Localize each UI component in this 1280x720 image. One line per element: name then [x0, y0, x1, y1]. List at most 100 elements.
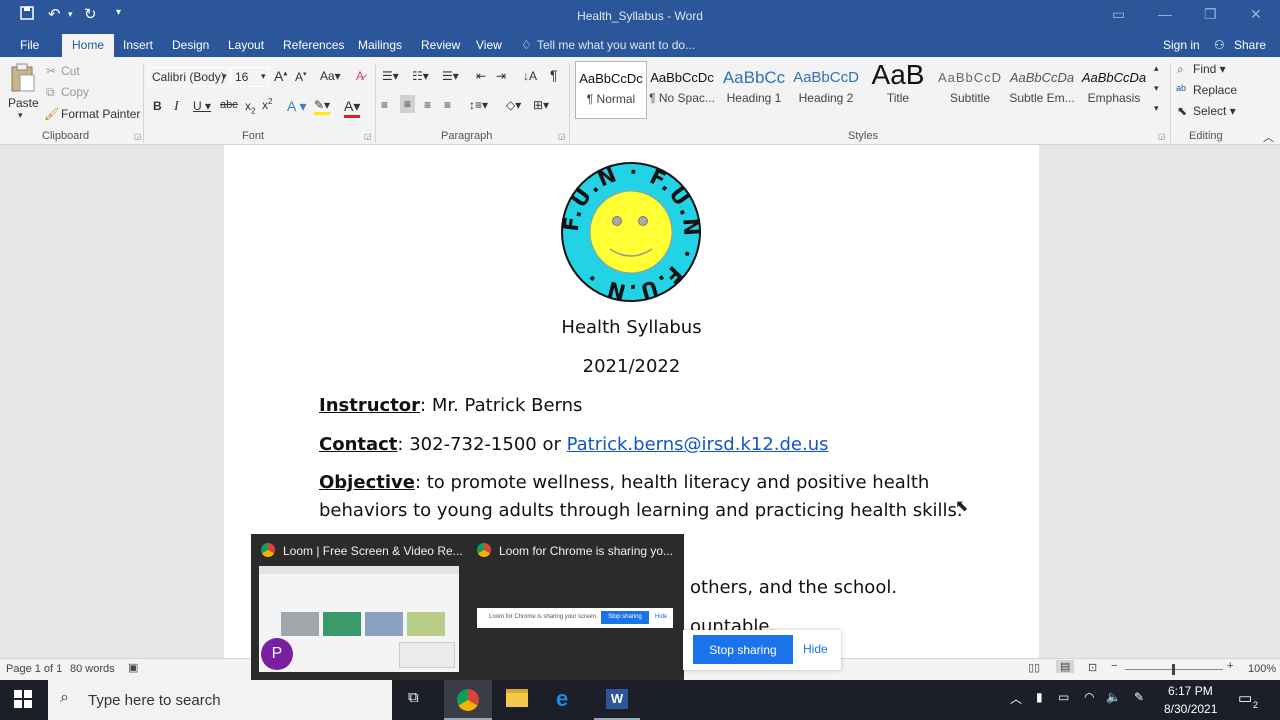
stop-sharing-button[interactable]: Stop sharing	[693, 635, 793, 664]
format-painter-button[interactable]: Format Painter	[61, 107, 140, 121]
styles-scroll-up-icon[interactable]: ▴	[1154, 63, 1159, 74]
superscript-button[interactable]: x2	[262, 97, 272, 112]
battery-icon[interactable]: ▭	[1058, 690, 1069, 704]
paragraph-launcher-icon[interactable]: ◲	[558, 132, 566, 141]
collapse-ribbon-icon[interactable]: ︿	[1263, 129, 1274, 145]
align-left-icon[interactable]: ≡	[381, 98, 388, 112]
replace-button[interactable]: Replace	[1193, 83, 1237, 97]
change-case-icon[interactable]: Aa▾	[320, 69, 341, 83]
show-formatting-icon[interactable]: ¶	[550, 67, 558, 83]
strikethrough-button[interactable]: abc	[220, 99, 238, 111]
tab-layout[interactable]: Layout	[228, 38, 264, 52]
tab-review[interactable]: Review	[421, 38, 460, 52]
copy-button[interactable]: Copy	[61, 85, 89, 99]
bold-button[interactable]: B	[153, 99, 162, 113]
font-size-chevron-down-icon[interactable]: ▾	[261, 71, 266, 82]
bullets-icon[interactable]: ☰▾	[382, 69, 399, 83]
clear-formatting-icon[interactable]: A̷	[356, 69, 364, 83]
decrease-indent-icon[interactable]: ⇤	[476, 69, 486, 83]
line-spacing-icon[interactable]: ↕≡▾	[469, 98, 488, 112]
thumb-title-loom[interactable]: Loom | Free Screen & Video Re...	[283, 544, 463, 558]
paste-button[interactable]	[10, 63, 36, 96]
style-subtle-emphasis[interactable]: AaBbCcDa Subtle Em...	[1006, 61, 1078, 119]
zoom-level[interactable]: 100%	[1248, 663, 1276, 675]
highlight-icon[interactable]: ✎▾	[314, 98, 331, 115]
clock-time[interactable]: 6:17 PM	[1168, 684, 1213, 698]
style-normal[interactable]: AaBbCcDc ¶ Normal	[575, 61, 647, 119]
hide-button[interactable]: Hide	[803, 642, 828, 656]
proofing-icon[interactable]: ▣	[128, 661, 138, 674]
minimize-icon[interactable]: —	[1158, 6, 1172, 22]
sign-in-link[interactable]: Sign in	[1163, 38, 1200, 52]
tab-design[interactable]: Design	[172, 38, 209, 52]
borders-icon[interactable]: ⊞▾	[533, 98, 549, 112]
font-name-dropdown[interactable]: Calibri (Body)	[148, 67, 230, 87]
thumb-preview-loom[interactable]: P	[259, 566, 459, 672]
chrome-taskbar-button[interactable]	[444, 680, 492, 720]
notifications-icon[interactable]: ▭	[1238, 689, 1252, 707]
styles-more-icon[interactable]: ▾	[1154, 103, 1159, 114]
shading-icon[interactable]: ◇▾	[506, 98, 521, 112]
styles-launcher-icon[interactable]: ◲	[1158, 132, 1166, 141]
clock-date[interactable]: 8/30/2021	[1164, 702, 1217, 716]
windows-start-icon[interactable]	[14, 690, 32, 711]
styles-scroll-down-icon[interactable]: ▾	[1154, 83, 1159, 94]
web-layout-icon[interactable]: ⊡	[1088, 661, 1097, 674]
style-subtitle[interactable]: AaBbCcD Subtitle	[934, 61, 1006, 119]
volume-icon[interactable]: 🔈	[1106, 690, 1121, 704]
style-emphasis[interactable]: AaBbCcDa Emphasis	[1078, 61, 1150, 119]
taskbar-search-box[interactable]: ⌕ Type here to search	[48, 680, 392, 720]
task-view-icon[interactable]: ⧉	[408, 689, 419, 706]
edge-icon[interactable]: e	[556, 686, 568, 712]
italic-button[interactable]: I	[174, 99, 179, 115]
page-count[interactable]: Page 1 of 1	[6, 663, 62, 675]
style-no-spacing[interactable]: AaBbCcDc ¶ No Spac...	[646, 61, 718, 119]
justify-icon[interactable]: ≡	[444, 98, 451, 112]
font-color-icon[interactable]: A▾	[344, 98, 361, 118]
font-name-chevron-down-icon[interactable]: ▾	[222, 71, 227, 82]
print-layout-icon[interactable]: ▤	[1056, 660, 1075, 673]
tab-references[interactable]: References	[283, 38, 344, 52]
paste-label[interactable]: Paste	[8, 96, 39, 110]
tab-view[interactable]: View	[476, 38, 502, 52]
underline-button[interactable]: U ▾	[193, 99, 211, 113]
maximize-icon[interactable]: ❐	[1204, 6, 1217, 23]
paste-dropdown-icon[interactable]: ▾	[18, 110, 23, 121]
share-button[interactable]: Share	[1234, 38, 1266, 52]
thumb-preview-sharing[interactable]: Loom for Chrome is sharing your screen. …	[477, 608, 673, 628]
read-mode-icon[interactable]: ▯▯	[1028, 661, 1040, 674]
font-launcher-icon[interactable]: ◲	[364, 132, 372, 141]
tab-home[interactable]: Home	[62, 34, 115, 57]
microphone-icon[interactable]: ▮	[1036, 690, 1043, 704]
word-taskbar-button[interactable]: W	[594, 680, 640, 720]
zoom-slider-thumb[interactable]	[1172, 664, 1175, 675]
find-button[interactable]: Find ▾	[1193, 62, 1226, 76]
ribbon-display-icon[interactable]: ▭	[1112, 6, 1125, 23]
tab-file[interactable]: File	[20, 38, 39, 52]
style-title[interactable]: AaB Title	[862, 61, 934, 119]
increase-indent-icon[interactable]: ⇥	[496, 69, 506, 83]
tab-insert[interactable]: Insert	[123, 38, 153, 52]
numbering-icon[interactable]: ☷▾	[412, 69, 429, 83]
zoom-in-icon[interactable]: +	[1227, 660, 1233, 672]
file-explorer-icon[interactable]	[506, 689, 528, 707]
zoom-out-icon[interactable]: −	[1111, 660, 1117, 672]
sort-icon[interactable]: ↓A	[523, 69, 537, 83]
pen-icon[interactable]: ✎	[1134, 690, 1144, 704]
align-right-icon[interactable]: ≡	[424, 98, 431, 112]
show-hidden-icons-icon[interactable]: ︿	[1010, 690, 1022, 707]
subscript-button[interactable]: x2	[245, 99, 255, 115]
multilevel-list-icon[interactable]: ☰▾	[442, 69, 459, 83]
text-effects-icon[interactable]: A ▾	[287, 98, 306, 115]
cut-button[interactable]: Cut	[61, 64, 80, 78]
grow-font-icon[interactable]: A▴	[274, 68, 287, 84]
shrink-font-icon[interactable]: A▾	[295, 70, 307, 84]
tab-mailings[interactable]: Mailings	[358, 38, 402, 52]
wifi-icon[interactable]: ◠	[1084, 690, 1094, 704]
style-heading-2[interactable]: AaBbCcD Heading 2	[790, 61, 862, 119]
clipboard-launcher-icon[interactable]: ◲	[134, 132, 142, 141]
word-count[interactable]: 80 words	[70, 663, 115, 675]
close-icon[interactable]: ✕	[1250, 6, 1262, 23]
thumb-title-sharing[interactable]: Loom for Chrome is sharing yo...	[499, 544, 673, 558]
style-heading-1[interactable]: AaBbCc Heading 1	[718, 61, 790, 119]
